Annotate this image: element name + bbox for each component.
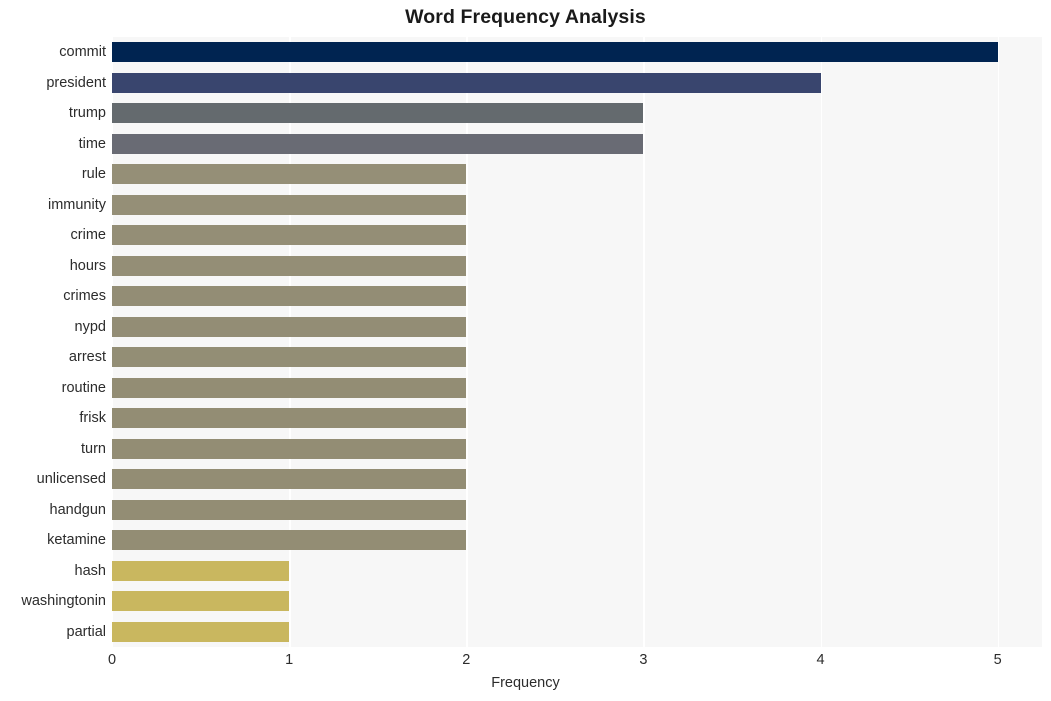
y-axis-tick-label: hours	[69, 257, 106, 274]
bar	[112, 347, 467, 368]
word-frequency-chart: Word Frequency Analysis commit president t…	[0, 0, 1051, 701]
y-axis-tick-label: rule	[81, 166, 106, 183]
x-axis-tick-label: 3	[639, 652, 648, 668]
y-axis-tick-label: partial	[66, 623, 107, 640]
bar	[112, 408, 467, 429]
y-axis-tick-label: washingtonin	[21, 593, 106, 610]
y-axis-tick-label: nypd	[74, 318, 106, 335]
bar	[112, 225, 467, 246]
x-axis-tick-label: 1	[285, 652, 294, 668]
y-axis-tick-label: trump	[68, 105, 106, 122]
bar	[112, 621, 290, 642]
y-axis-tick-label: ketamine	[47, 532, 106, 549]
bar	[112, 255, 467, 276]
y-axis-tick-label: crime	[70, 227, 106, 244]
bars-layer	[112, 37, 1042, 647]
y-axis-tick-label: turn	[81, 440, 106, 457]
y-axis-tick-label: time	[78, 135, 106, 152]
plot-area	[112, 37, 1042, 647]
x-axis-tick-label: 4	[816, 652, 825, 668]
y-axis-tick-label: frisk	[79, 410, 106, 427]
y-axis-tick-labels: commit president trump time rule immunity crim…	[0, 37, 106, 647]
x-axis-tick-label: 5	[993, 652, 1002, 668]
y-axis-tick-label: immunity	[47, 196, 106, 213]
bar	[112, 286, 467, 307]
bar	[112, 560, 290, 581]
x-axis-tick-label: 0	[107, 652, 117, 668]
bar	[112, 377, 467, 398]
y-axis-tick-label: hash	[74, 562, 106, 579]
y-axis-tick-label: president	[46, 74, 106, 91]
bar	[112, 591, 290, 612]
bar	[112, 133, 644, 154]
y-axis-tick-label: unlicensed	[36, 471, 106, 488]
x-axis-tick-label: 2	[462, 652, 471, 668]
bar	[112, 316, 467, 337]
y-axis-tick-label: routine	[61, 379, 106, 396]
bar	[112, 194, 467, 215]
bar	[112, 499, 467, 520]
x-axis-tick-labels: 0 1 2 3 4 5	[108, 652, 1042, 674]
bar	[112, 164, 467, 185]
y-axis-tick-label: arrest	[68, 349, 106, 366]
bar	[112, 530, 467, 551]
bar	[112, 72, 821, 93]
bar	[112, 469, 467, 490]
bar	[112, 103, 644, 124]
chart-title: Word Frequency Analysis	[405, 6, 646, 28]
y-axis-tick-label: handgun	[49, 501, 106, 518]
y-axis-tick-label: commit	[59, 44, 106, 61]
y-axis-tick-label: crimes	[63, 288, 106, 305]
x-axis-label: Frequency	[491, 675, 560, 691]
bar	[112, 42, 998, 63]
bar	[112, 438, 467, 459]
